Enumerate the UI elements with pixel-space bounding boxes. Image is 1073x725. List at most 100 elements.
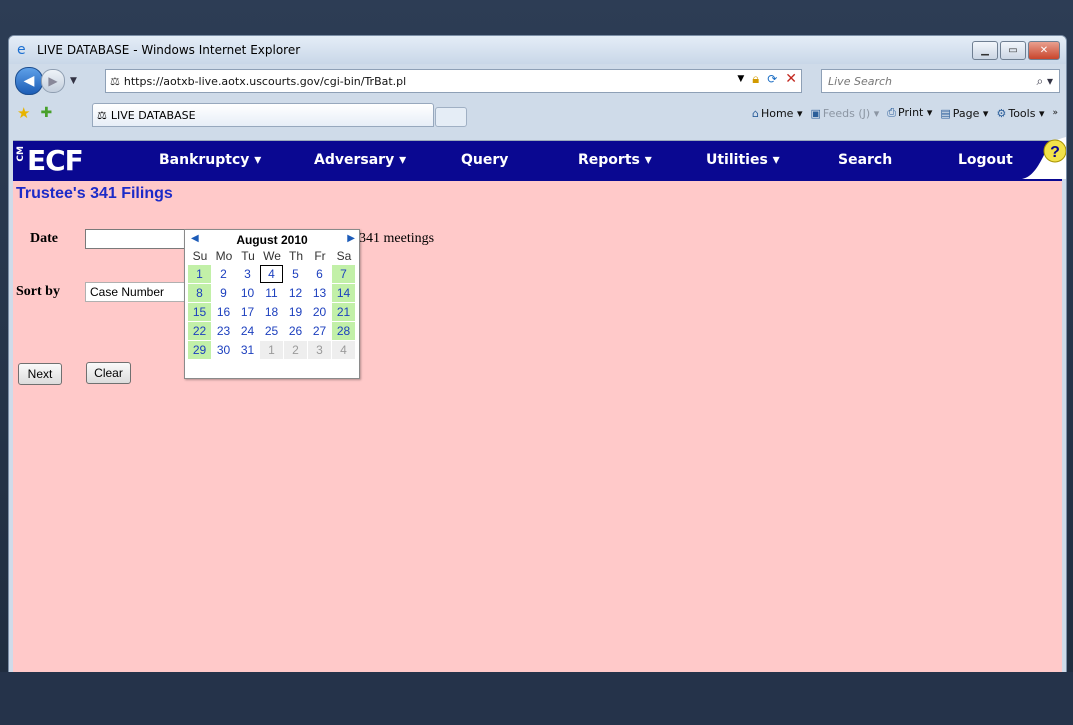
calendar-day[interactable]: 23 (212, 322, 235, 340)
menu-query[interactable]: Query (461, 152, 508, 168)
lock-icon[interactable]: 🔒︎ (752, 72, 759, 87)
search-icon[interactable]: ⌕ ▾ (1036, 74, 1053, 89)
calendar-day[interactable]: 20 (308, 303, 331, 321)
calendar-day[interactable]: 3 (236, 265, 259, 283)
address-dropdown-icon[interactable]: ▼ (737, 74, 744, 84)
calendar-day[interactable]: 19 (284, 303, 307, 321)
date-input[interactable] (85, 229, 185, 249)
calendar-day[interactable]: 22 (188, 322, 211, 340)
sort-by-label: Sort by (16, 284, 60, 299)
calendar-day[interactable]: 1 (188, 265, 211, 283)
svg-text:?: ? (1050, 144, 1060, 161)
calendar-day[interactable]: 13 (308, 284, 331, 302)
next-button[interactable]: Next (18, 363, 62, 385)
stop-icon[interactable]: ✕ (785, 71, 797, 87)
menu-bankruptcy[interactable]: Bankruptcy ▾ (159, 152, 261, 168)
tools-button[interactable]: ⚙ Tools ▾ (996, 107, 1044, 120)
calendar-day[interactable]: 4 (332, 341, 355, 359)
calendar-day[interactable]: 21 (332, 303, 355, 321)
calendar-day[interactable]: 10 (236, 284, 259, 302)
date-picker-calendar: ◀ August 2010 ▶ Su Mo Tu We Th Fr Sa 123456789… (184, 229, 360, 379)
calendar-day[interactable]: 4 (260, 265, 283, 283)
print-button[interactable]: ⎙ Print ▾ (887, 106, 932, 120)
favorites-star-icon[interactable]: ★ (17, 104, 30, 122)
ecf-menu-bar: CMECF Bankruptcy ▾ Adversary ▾ Query Rep… (13, 137, 1066, 181)
calendar-day[interactable]: 24 (236, 322, 259, 340)
printer-icon: ⎙ (887, 106, 897, 119)
address-input[interactable]: ⚖ https://aotxb-live.aotx.uscourts.gov/c… (105, 69, 802, 93)
home-button[interactable]: ⌂ Home ▾ (752, 107, 803, 120)
calendar-day[interactable]: 1 (260, 341, 283, 359)
bottom-frame (0, 672, 1073, 725)
calendar-day[interactable]: 29 (188, 341, 211, 359)
weekday-fr: Fr (314, 249, 326, 263)
page-content: CMECF Bankruptcy ▾ Adversary ▾ Query Rep… (13, 137, 1066, 673)
weekday-tu: Tu (241, 249, 255, 263)
page-title: Trustee's 341 Filings (16, 185, 173, 202)
search-placeholder: Live Search (828, 74, 892, 88)
close-window-button[interactable]: ✕ (1028, 41, 1060, 60)
cmecf-logo: CMECF (16, 144, 84, 177)
calendar-day[interactable]: 17 (236, 303, 259, 321)
add-favorites-icon[interactable]: ✚ (40, 105, 52, 121)
gear-icon: ⚙ (996, 106, 1007, 120)
ie-logo-icon: e (17, 42, 26, 58)
calendar-day[interactable]: 3 (308, 341, 331, 359)
calendar-day[interactable]: 12 (284, 284, 307, 302)
calendar-day[interactable]: 9 (212, 284, 235, 302)
weekday-sa: Sa (336, 249, 352, 263)
calendar-day[interactable]: 11 (260, 284, 283, 302)
forward-button[interactable]: ▶ (41, 69, 65, 93)
calendar-day[interactable]: 31 (236, 341, 259, 359)
calendar-day[interactable]: 5 (284, 265, 307, 283)
calendar-day[interactable]: 28 (332, 322, 355, 340)
calendar-day[interactable]: 6 (308, 265, 331, 283)
recent-pages-dropdown[interactable]: ▼ (70, 76, 77, 86)
menu-reports[interactable]: Reports ▾ (578, 152, 652, 168)
address-bar-row: ◀ ▶ ▼ ⚖ https://aotxb-live.aotx.uscourts… (9, 64, 1066, 98)
calendar-day[interactable]: 15 (188, 303, 211, 321)
refresh-icon[interactable]: ⟳ (767, 72, 777, 86)
title-bar: e LIVE DATABASE - Windows Internet Explo… (9, 36, 1066, 64)
page-button[interactable]: ▤ Page ▾ (940, 107, 988, 120)
calendar-day[interactable]: 18 (260, 303, 283, 321)
calendar-weekday-row: Su Mo Tu We Th Fr Sa (188, 249, 356, 263)
page-icon: ▤ (940, 106, 951, 120)
chevron-more-icon[interactable]: » (1052, 108, 1058, 118)
tab-live-database[interactable]: ⚖ LIVE DATABASE (92, 103, 434, 127)
clear-button[interactable]: Clear (86, 362, 131, 384)
calendar-day[interactable]: 25 (260, 322, 283, 340)
calendar-day[interactable]: 26 (284, 322, 307, 340)
minimize-button[interactable]: ▁ (972, 41, 998, 60)
back-button[interactable]: ◀ (15, 67, 43, 95)
calendar-day[interactable]: 2 (284, 341, 307, 359)
meetings-text: 341 meetings (359, 231, 435, 246)
menu-utilities[interactable]: Utilities ▾ (706, 152, 780, 168)
sort-by-select[interactable]: Case Number (85, 282, 185, 302)
feeds-icon: ▣ (810, 106, 821, 120)
calendar-day[interactable]: 8 (188, 284, 211, 302)
help-icon[interactable]: ? (1018, 137, 1066, 179)
calendar-day[interactable]: 14 (332, 284, 355, 302)
next-month-icon[interactable]: ▶ (347, 233, 355, 244)
menu-search[interactable]: Search (838, 152, 892, 168)
browser-window: e LIVE DATABASE - Windows Internet Explo… (8, 35, 1067, 674)
tab-label: LIVE DATABASE (110, 108, 196, 122)
window-title: LIVE DATABASE - Windows Internet Explore… (37, 43, 301, 57)
court-site-icon: ⚖ (110, 74, 120, 88)
feeds-button[interactable]: ▣ Feeds (J) ▾ (810, 107, 879, 120)
calendar-day[interactable]: 16 (212, 303, 235, 321)
menu-adversary[interactable]: Adversary ▾ (314, 152, 406, 168)
maximize-button[interactable]: ▭ (1000, 41, 1026, 60)
weekday-we: We (263, 249, 281, 263)
calendar-day[interactable]: 2 (212, 265, 235, 283)
menu-logout[interactable]: Logout (958, 152, 1013, 168)
calendar-day[interactable]: 30 (212, 341, 235, 359)
live-search-input[interactable]: Live Search ⌕ ▾ (821, 69, 1060, 93)
tabs-row: ★ ✚ ⚖ LIVE DATABASE ⌂ Home ▾ ▣ Feeds (J) ▾… (9, 98, 1066, 128)
court-tab-icon: ⚖ (97, 108, 107, 122)
calendar-day[interactable]: 27 (308, 322, 331, 340)
command-bar: ⌂ Home ▾ ▣ Feeds (J) ▾ ⎙ Print ▾ ▤ Page ▾ ⚙ T… (752, 106, 1058, 120)
new-tab-button[interactable] (435, 107, 467, 127)
calendar-day[interactable]: 7 (332, 265, 355, 283)
